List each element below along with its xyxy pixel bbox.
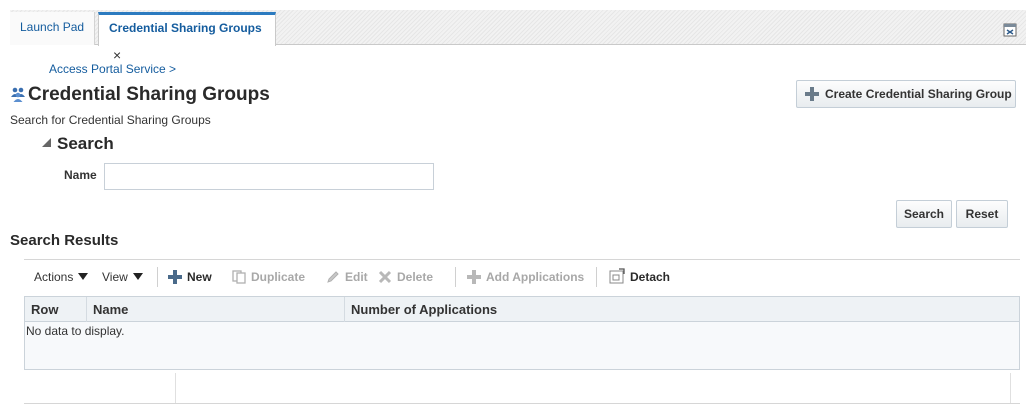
tab-bar: Launch Pad Credential Sharing Groups × [10,10,1026,63]
chevron-down-icon [78,273,89,280]
page-title: Credential Sharing Groups [10,83,270,107]
results-table: Row Name Number of Applications No data … [24,296,1020,370]
actions-menu[interactable]: Actions [34,262,89,292]
tab-label: Credential Sharing Groups [109,21,262,35]
divider [1010,373,1011,403]
column-header-name[interactable]: Name [87,297,345,322]
chevron-down-icon [132,273,143,280]
breadcrumb[interactable]: Access Portal Service > [49,62,176,76]
empty-table-message: No data to display. [26,324,125,338]
detach-button[interactable]: Detach [609,262,670,292]
page-description: Search for Credential Sharing Groups [10,113,211,127]
page-title-text: Credential Sharing Groups [28,84,270,105]
divider [175,373,176,403]
name-label: Name [64,168,97,182]
tab-launch-pad[interactable]: Launch Pad [10,12,96,45]
add-icon [168,270,182,284]
search-section-header[interactable]: Search [42,134,114,154]
name-search-input[interactable] [104,163,434,190]
duplicate-icon [232,270,246,284]
maximize-icon[interactable] [1003,22,1018,37]
column-header-number-of-applications[interactable]: Number of Applications [345,297,1019,322]
disclosure-triangle-icon[interactable] [42,138,51,147]
tab-label: Launch Pad [20,20,85,34]
detach-icon [609,268,625,284]
search-results-header: Search Results [10,232,119,249]
create-credential-sharing-group-button[interactable]: Create Credential Sharing Group [796,80,1016,108]
people-group-icon [10,85,26,109]
edit-button[interactable]: Edit [326,262,368,292]
column-header-row[interactable]: Row [25,297,87,322]
tab-credential-sharing-groups[interactable]: Credential Sharing Groups × [98,12,276,63]
create-button-label: Create Credential Sharing Group [825,87,1012,101]
duplicate-button-label: Duplicate [251,270,306,284]
view-menu-label: View [102,270,128,284]
actions-menu-label: Actions [34,270,74,284]
new-button-label: New [187,270,212,284]
results-toolbar: Actions View New Duplicate Edit Delete A… [24,262,1020,292]
delete-button[interactable]: Delete [378,262,433,292]
detach-button-label: Detach [630,270,671,284]
new-button[interactable]: New [168,262,212,292]
toolbar-divider [455,267,456,287]
add-icon [805,84,819,110]
search-button[interactable]: Search [896,200,952,228]
add-applications-label: Add Applications [486,270,585,284]
toolbar-divider [157,267,158,287]
close-icon[interactable]: × [113,47,121,63]
delete-x-icon [378,270,392,284]
pencil-icon [327,271,339,283]
duplicate-button[interactable]: Duplicate [232,262,305,292]
add-icon [467,270,481,284]
add-applications-button[interactable]: Add Applications [467,262,584,292]
reset-button[interactable]: Reset [956,200,1008,228]
view-menu[interactable]: View [102,262,143,292]
divider [24,259,1020,260]
table-header: Row Name Number of Applications [25,297,1019,322]
edit-button-label: Edit [345,270,368,284]
table-footer [24,371,1020,404]
toolbar-divider [596,267,597,287]
search-header-label: Search [57,134,114,153]
delete-button-label: Delete [397,270,434,284]
